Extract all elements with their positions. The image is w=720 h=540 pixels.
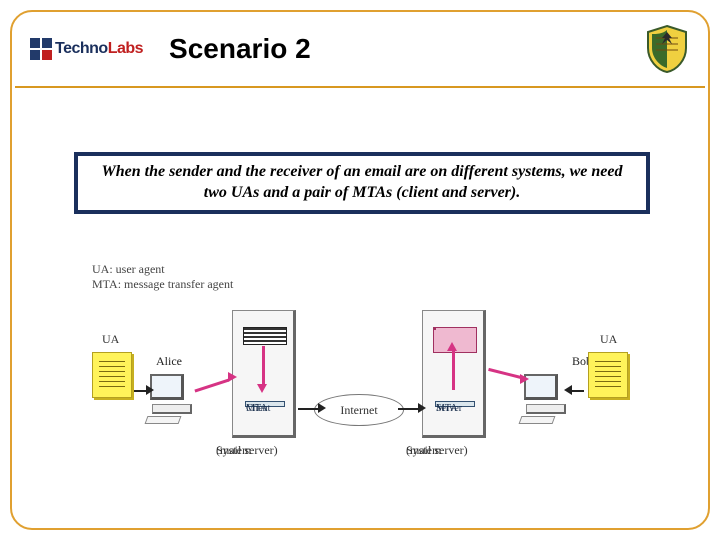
- arrow-server-left-internal: [262, 346, 265, 386]
- brand-secondary: Labs: [108, 40, 143, 57]
- arrow-internet-to-mta: [398, 408, 420, 410]
- arrow-alice-to-server: [194, 379, 229, 393]
- arrow-head-icon: [564, 385, 572, 395]
- legend-ua: UA: user agent: [92, 262, 233, 277]
- arrow-head-icon: [418, 403, 426, 413]
- diagram: UA Alice MTA Client System (mail server)…: [72, 302, 652, 492]
- ua-label-left: UA: [102, 332, 119, 347]
- arrow-head-icon: [447, 342, 457, 351]
- crest-icon: [644, 24, 690, 74]
- ua-label-right: UA: [600, 332, 617, 347]
- header-divider: [15, 86, 705, 88]
- brand-logo-text: TechnoLabs: [55, 40, 143, 58]
- mta-server-l2: Server: [436, 404, 462, 415]
- server-caption-left-l2: (mail server): [216, 444, 278, 458]
- spool-icon: [243, 327, 287, 345]
- arrow-head-icon: [146, 385, 154, 395]
- arrow-head-icon: [520, 374, 529, 384]
- internet-label: Internet: [340, 403, 377, 418]
- legend: UA: user agent MTA: message transfer age…: [92, 262, 233, 292]
- message-icon-left: [92, 352, 132, 398]
- arrow-server-to-bob: [488, 368, 522, 379]
- arrow-head-icon: [318, 403, 326, 413]
- arrow-head-icon: [228, 372, 237, 382]
- server-caption-right-l2: (mail server): [406, 444, 468, 458]
- message-icon-right: [588, 352, 628, 398]
- user-name-left: Alice: [156, 354, 182, 369]
- arrow-bob-to-note: [570, 390, 584, 392]
- brand-logo: TechnoLabs: [30, 38, 143, 60]
- mta-client-box: MTA Client: [245, 401, 285, 407]
- internet-node: Internet: [314, 394, 404, 426]
- mta-client-l2: Client: [246, 404, 270, 415]
- arrow-server-right-internal: [452, 350, 455, 390]
- computer-icon-right: [524, 374, 568, 418]
- legend-mta: MTA: message transfer agent: [92, 277, 233, 292]
- slide-title: Scenario 2: [169, 33, 311, 65]
- arrow-mta-to-internet: [298, 408, 320, 410]
- arrow-head-icon: [257, 384, 267, 393]
- slide-header: TechnoLabs Scenario 2: [12, 12, 708, 86]
- brand-primary: Techno: [55, 40, 108, 57]
- computer-icon-left: [150, 374, 194, 418]
- brand-logo-mark: [30, 38, 52, 60]
- mta-server-box: MTA Server: [435, 401, 475, 407]
- caption-box: When the sender and the receiver of an e…: [74, 152, 650, 214]
- slide-frame: TechnoLabs Scenario 2 When the sender an…: [10, 10, 710, 530]
